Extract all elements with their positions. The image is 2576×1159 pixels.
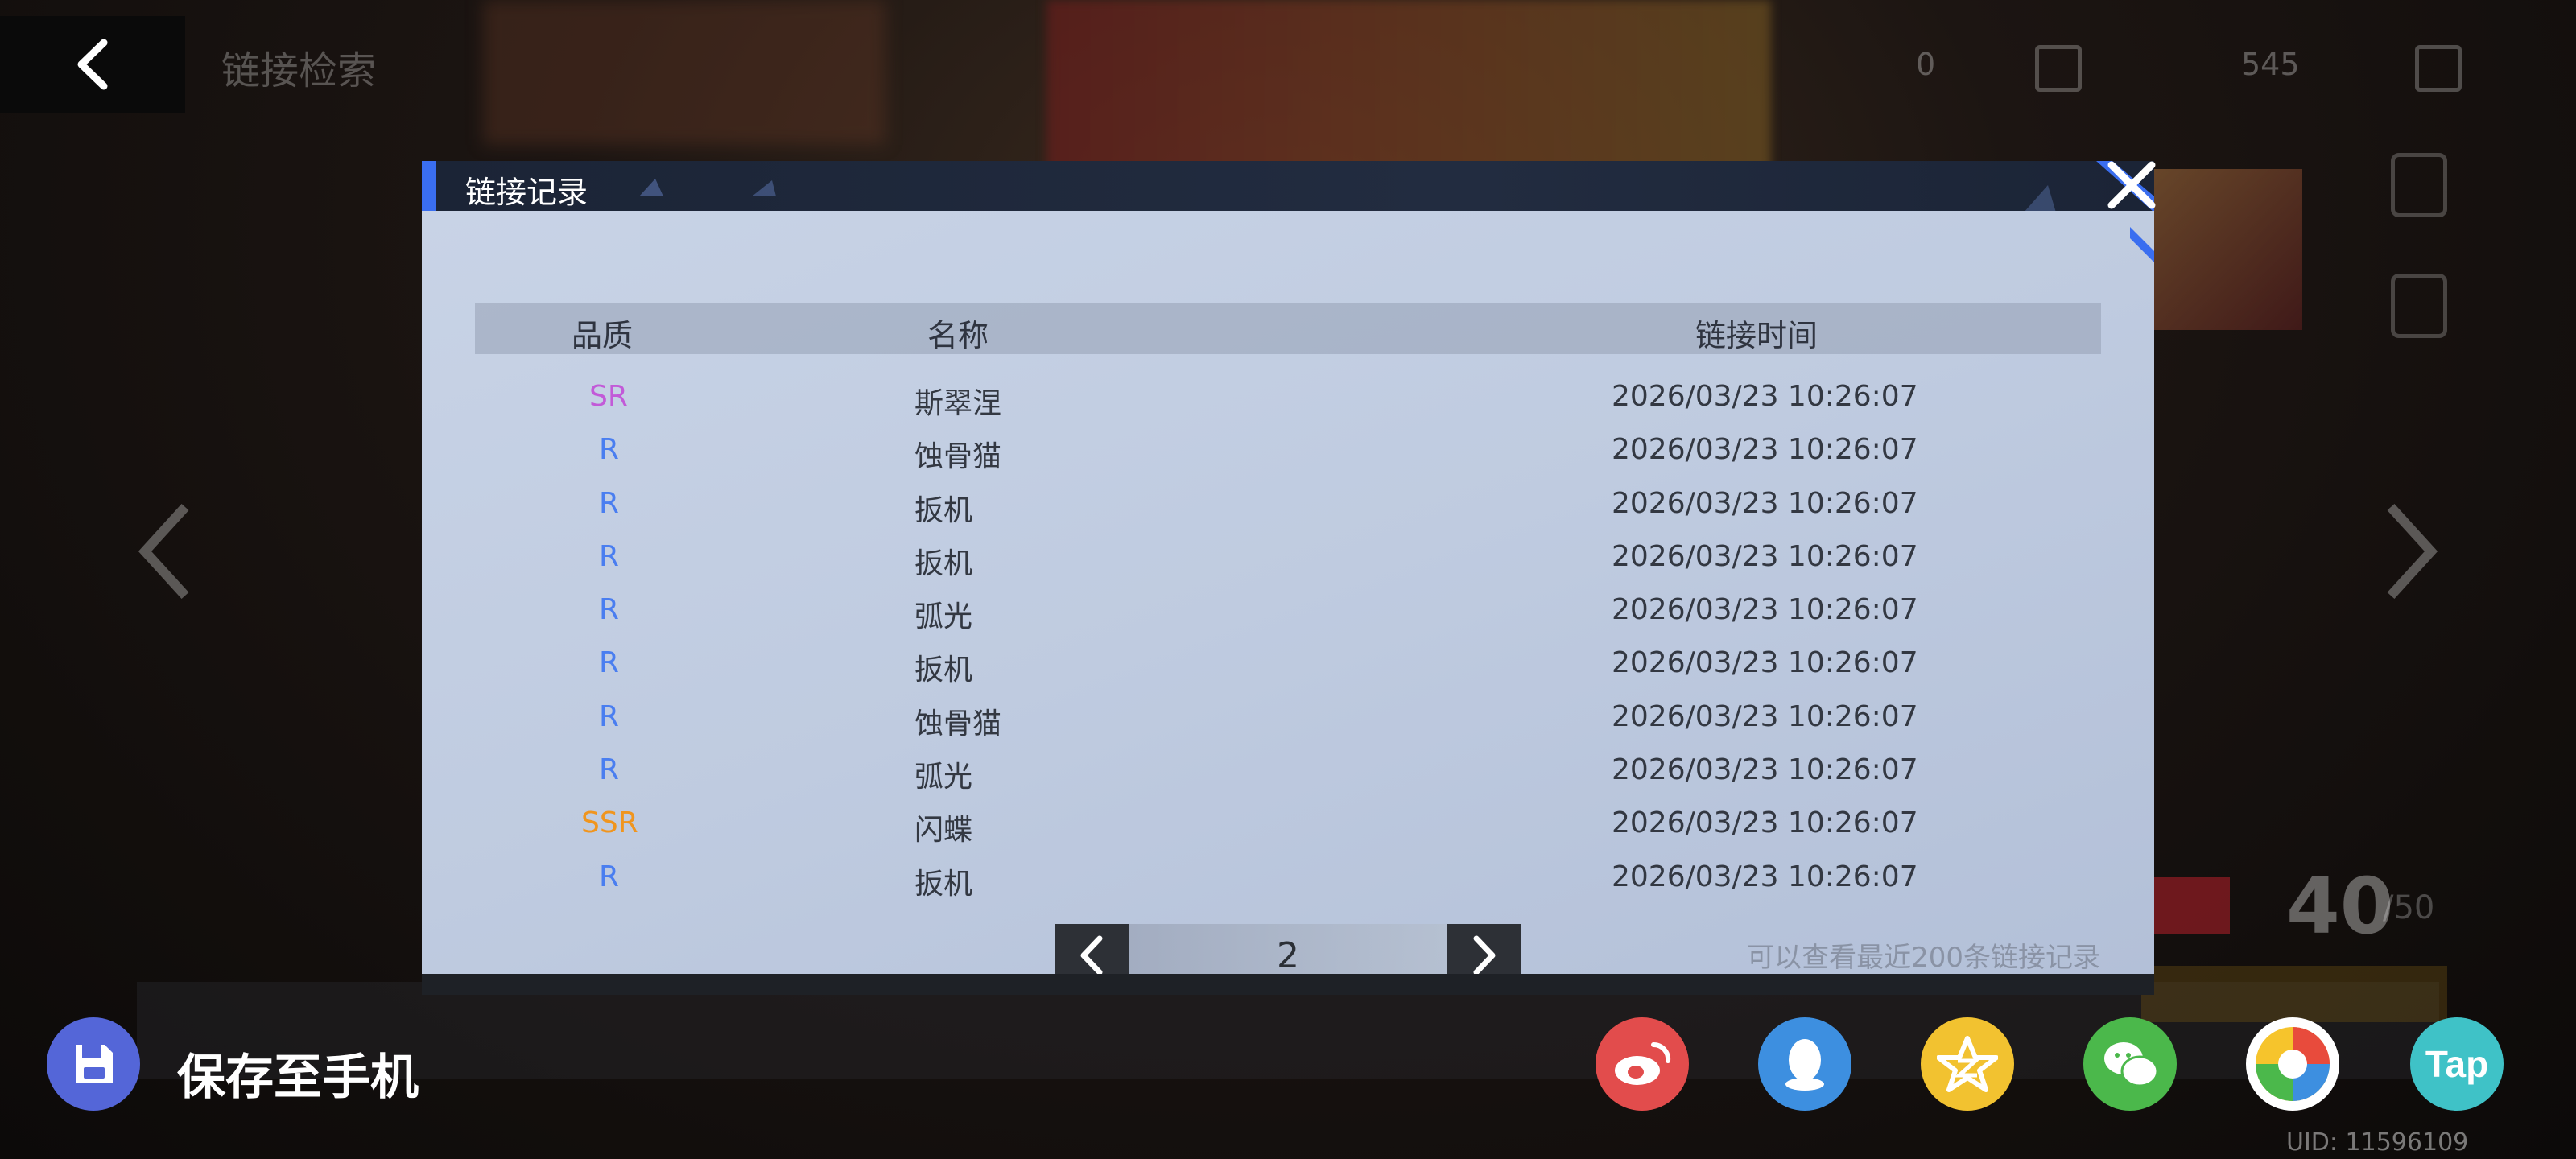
row-quality: SR <box>589 380 628 413</box>
table-row: R 扳机 2026/03/23 10:26:07 <box>475 479 2101 532</box>
dialog-body: 品质 名称 链接时间 SR 斯翠涅 2026/03/23 10:26:07 R 蚀骨猫 2… <box>422 211 2154 987</box>
header-accent <box>422 161 436 212</box>
row-name: 斯翠涅 <box>914 387 1002 420</box>
table-header: 品质 名称 链接时间 <box>475 303 2101 354</box>
row-time: 2026/03/23 10:26:07 <box>1612 593 1918 627</box>
table-row: R 扳机 2026/03/23 10:26:07 <box>475 532 2101 585</box>
page-number: 2 <box>1277 935 1299 976</box>
row-quality: R <box>599 593 620 627</box>
row-name: 扳机 <box>914 493 973 527</box>
table-row: R 扳机 2026/03/23 10:26:07 <box>475 638 2101 691</box>
row-quality: R <box>599 860 620 893</box>
share-weibo-button[interactable] <box>1596 1017 1689 1111</box>
table-row: R 蚀骨猫 2026/03/23 10:26:07 <box>475 692 2101 745</box>
row-name: 扳机 <box>914 867 973 901</box>
row-time: 2026/03/23 10:26:07 <box>1612 380 1918 413</box>
table-row: SSR 闪蝶 2026/03/23 10:26:07 <box>475 798 2101 852</box>
row-time: 2026/03/23 10:26:07 <box>1612 699 1918 733</box>
row-quality: R <box>599 753 620 787</box>
row-time: 2026/03/23 10:26:07 <box>1612 433 1918 467</box>
dialog-title: 链接记录 <box>465 175 588 210</box>
row-name: 扳机 <box>914 547 973 580</box>
background-counter-2: 545 <box>2241 47 2300 82</box>
row-name: 弧光 <box>914 761 973 794</box>
dialog-header: 链接记录 <box>422 161 2154 212</box>
table-row: SR 斯翠涅 2026/03/23 10:26:07 <box>475 372 2101 425</box>
close-button[interactable] <box>2099 153 2164 217</box>
row-name: 扳机 <box>914 654 973 687</box>
table-row: R 弧光 2026/03/23 10:26:07 <box>475 745 2101 798</box>
row-quality: R <box>599 539 620 573</box>
background-right-arrow-icon <box>2387 503 2438 600</box>
weibo-icon <box>1615 1041 1671 1085</box>
chevron-left-icon <box>1080 935 1103 975</box>
share-photos-button[interactable] <box>2246 1017 2339 1111</box>
save-to-phone-label[interactable]: 保存至手机 <box>177 1038 419 1108</box>
dialog-footer-bar <box>422 974 2154 995</box>
header-deco-icon <box>639 179 776 196</box>
background-side-icon-2 <box>2391 274 2447 338</box>
background-counter-1: 0 <box>1916 47 1936 82</box>
share-wechat-button[interactable] <box>2083 1017 2177 1111</box>
record-limit-hint: 可以查看最近200条链接记录 <box>1747 942 2100 974</box>
share-taptap-button[interactable]: Tap <box>2410 1017 2504 1111</box>
column-header-time: 链接时间 <box>1695 318 1818 353</box>
row-name: 蚀骨猫 <box>914 440 1002 474</box>
background-big-number: 40 <box>2286 861 2394 951</box>
row-name: 蚀骨猫 <box>914 707 1002 740</box>
row-time: 2026/03/23 10:26:07 <box>1612 753 1918 787</box>
column-header-quality: 品质 <box>572 318 634 353</box>
row-time: 2026/03/23 10:26:07 <box>1612 646 1918 680</box>
taptap-icon: Tap <box>2425 1043 2489 1085</box>
body-corner-accent-icon <box>2130 227 2154 262</box>
column-header-name: 名称 <box>927 318 989 353</box>
record-list: SR 斯翠涅 2026/03/23 10:26:07 R 蚀骨猫 2026/03/23 1… <box>475 372 2101 905</box>
photos-icon <box>2248 1019 2338 1109</box>
table-row: R 蚀骨猫 2026/03/23 10:26:07 <box>475 425 2101 478</box>
back-button[interactable] <box>0 16 185 113</box>
background-side-icon-1 <box>2391 153 2447 217</box>
row-time: 2026/03/23 10:26:07 <box>1612 860 1918 893</box>
table-row: R 扳机 2026/03/23 10:26:07 <box>475 852 2101 905</box>
share-qq-button[interactable] <box>1758 1017 1852 1111</box>
row-name: 弧光 <box>914 600 973 634</box>
share-qzone-button[interactable] <box>1921 1017 2014 1111</box>
chevron-left-icon <box>77 39 108 90</box>
qzone-icon <box>1937 1036 1998 1092</box>
uid-label: UID: 11596109 <box>2286 1128 2469 1157</box>
save-icon <box>76 1045 113 1083</box>
background-screen-title: 链接检索 <box>221 48 377 93</box>
background-add-icon-1 <box>2035 45 2082 92</box>
close-icon <box>2107 161 2156 209</box>
row-time: 2026/03/23 10:26:07 <box>1612 539 1918 573</box>
qq-icon <box>1785 1039 1824 1091</box>
row-quality: R <box>599 699 620 733</box>
row-quality: R <box>599 486 620 520</box>
row-name: 闪蝶 <box>914 814 973 848</box>
table-row: R 弧光 2026/03/23 10:26:07 <box>475 585 2101 638</box>
row-quality: R <box>599 433 620 467</box>
row-time: 2026/03/23 10:26:07 <box>1612 486 1918 520</box>
row-quality: R <box>599 646 620 680</box>
background-left-arrow-icon <box>138 503 189 600</box>
background-small-number: /50 <box>2383 889 2435 926</box>
background-add-icon-2 <box>2415 45 2462 92</box>
save-to-phone-button[interactable] <box>47 1017 140 1111</box>
wechat-icon <box>2104 1042 2159 1087</box>
chevron-right-icon <box>1473 935 1496 975</box>
row-time: 2026/03/23 10:26:07 <box>1612 806 1918 840</box>
link-record-dialog: 链接记录 品质 名称 链接时间 SR 斯翠涅 2026/03/23 10:26:07… <box>422 161 2154 995</box>
row-quality: SSR <box>581 806 638 840</box>
